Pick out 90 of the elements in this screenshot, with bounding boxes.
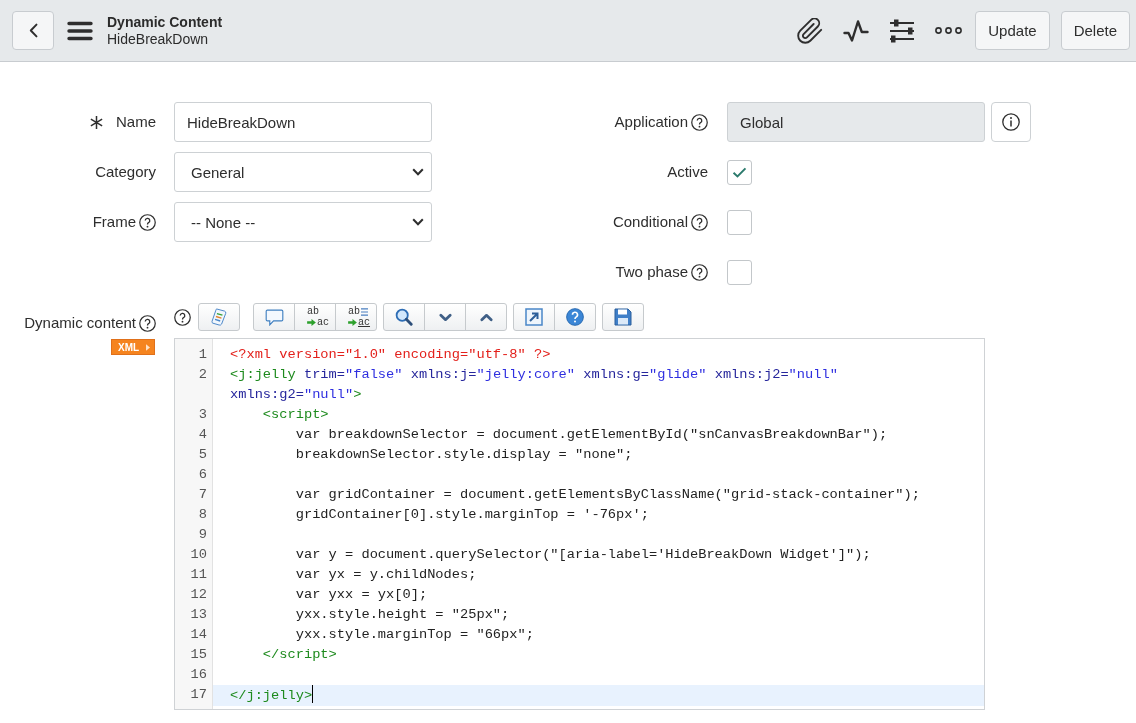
page-title: Dynamic Content (107, 13, 223, 31)
line-number: 8 (197, 506, 208, 524)
code-line: var breakdownSelector = document.getElementById("snCanvasBreakdownBar"); (295, 427, 888, 442)
chevron-up-icon (479, 312, 493, 322)
info-icon (1002, 113, 1020, 131)
code-line: </script> (262, 647, 337, 662)
check-icon (732, 166, 747, 178)
code-line: </j:jelly> (230, 688, 313, 703)
help-icon[interactable] (691, 263, 708, 281)
field-label: Dynamic content (24, 313, 136, 333)
code-line: breakdownSelector.style.display = "none"; (295, 447, 633, 462)
field-label: Application (614, 112, 688, 132)
menu-icon[interactable] (67, 20, 93, 41)
text-field[interactable]: HideBreakDown (174, 102, 432, 142)
replace-all-button[interactable]: ab ac (335, 303, 377, 331)
line-number: 5 (197, 446, 208, 464)
line-number: 2 (197, 366, 208, 384)
speech-bubble-icon (264, 308, 284, 326)
replace-button[interactable]: ab ac (294, 303, 336, 331)
checkbox[interactable] (727, 259, 752, 285)
code-line: var y = document.querySelector("[aria-label='HideBreakDown Widget']"); (295, 547, 871, 562)
reference-field[interactable]: Global (727, 102, 985, 142)
next-match-button[interactable] (424, 303, 466, 331)
line-number: 7 (197, 486, 208, 504)
chevron-down-icon (412, 168, 424, 176)
line-number: 16 (189, 666, 208, 684)
previous-match-button[interactable] (465, 303, 507, 331)
code-line: <script> (262, 407, 329, 422)
field-label: Active (667, 162, 708, 182)
lines-icon (361, 307, 368, 316)
code-line: var gridContainer = document.getElementsByClassName("grid-stack-container"); (295, 487, 920, 502)
field-label: Two phase (615, 262, 688, 282)
search-button[interactable] (383, 303, 425, 331)
field-label: Category (95, 162, 156, 182)
update-button[interactable]: Update (975, 11, 1050, 50)
line-number: 17 (189, 686, 208, 704)
help-icon[interactable] (139, 314, 156, 332)
code-line: yxx.style.marginTop = "66px"; (295, 627, 534, 642)
triangle-right-icon (146, 343, 150, 351)
comment-button[interactable] (253, 303, 295, 331)
code-line: var yxx = yx[0]; (295, 587, 428, 602)
arrow-right-icon (307, 319, 316, 326)
info-button[interactable] (991, 102, 1031, 142)
pulse-icon[interactable] (843, 18, 870, 43)
checkbox[interactable] (727, 159, 752, 185)
field-label: Name (116, 112, 156, 132)
help-button[interactable] (554, 303, 596, 331)
back-button[interactable] (12, 11, 54, 50)
arrow-right-icon (348, 319, 357, 326)
line-number: 1 (197, 346, 208, 364)
dropdown[interactable]: General (174, 152, 432, 192)
line-number: 9 (197, 526, 208, 544)
code-editor[interactable] (174, 338, 985, 710)
record-name: HideBreakDown (107, 30, 210, 48)
chevron-down-icon (412, 218, 424, 226)
dropdown[interactable]: -- None -- (174, 202, 432, 242)
help-icon[interactable] (174, 308, 191, 326)
format-button[interactable] (198, 303, 240, 331)
checkbox[interactable] (727, 209, 752, 235)
line-number: 6 (197, 466, 208, 484)
paperclip-icon[interactable] (797, 17, 824, 44)
code-line: yxx.style.height = "25px"; (295, 607, 510, 622)
line-number: 12 (189, 586, 208, 604)
help-icon[interactable] (691, 213, 708, 231)
line-number: 10 (189, 546, 208, 564)
more-icon[interactable] (935, 27, 963, 34)
help-icon[interactable] (691, 113, 708, 131)
code-line: gridContainer[0].style.marginTop = '-76px'; (295, 507, 649, 522)
field-label: Frame (92, 212, 136, 232)
help-icon[interactable] (139, 213, 156, 231)
line-number: 15 (189, 646, 208, 664)
help-icon (566, 308, 584, 326)
line-number: 3 (197, 406, 208, 424)
field-label: Conditional (612, 212, 688, 232)
chevron-left-icon (28, 23, 38, 38)
save-button[interactable] (602, 303, 644, 331)
line-number: 11 (189, 566, 208, 584)
fullscreen-button[interactable] (513, 303, 555, 331)
line-number: 13 (189, 606, 208, 624)
code-line: <j:jelly trim="false" xmlns:j="jelly:core" xmlns:g="glide" xmlns:j2="null" xmlns:g2="null"> (230, 367, 839, 402)
delete-button[interactable]: Delete (1060, 11, 1130, 50)
line-number: 4 (197, 426, 208, 444)
code-line: <?xml version="1.0" encoding="utf-8" ?> (230, 347, 551, 362)
document-icon (210, 308, 228, 326)
search-icon (395, 308, 413, 326)
text-cursor (312, 685, 314, 703)
code-line: var yx = y.childNodes; (295, 567, 477, 582)
sliders-icon[interactable] (889, 18, 916, 43)
chevron-down-icon (438, 312, 452, 322)
line-number: 14 (189, 626, 208, 644)
